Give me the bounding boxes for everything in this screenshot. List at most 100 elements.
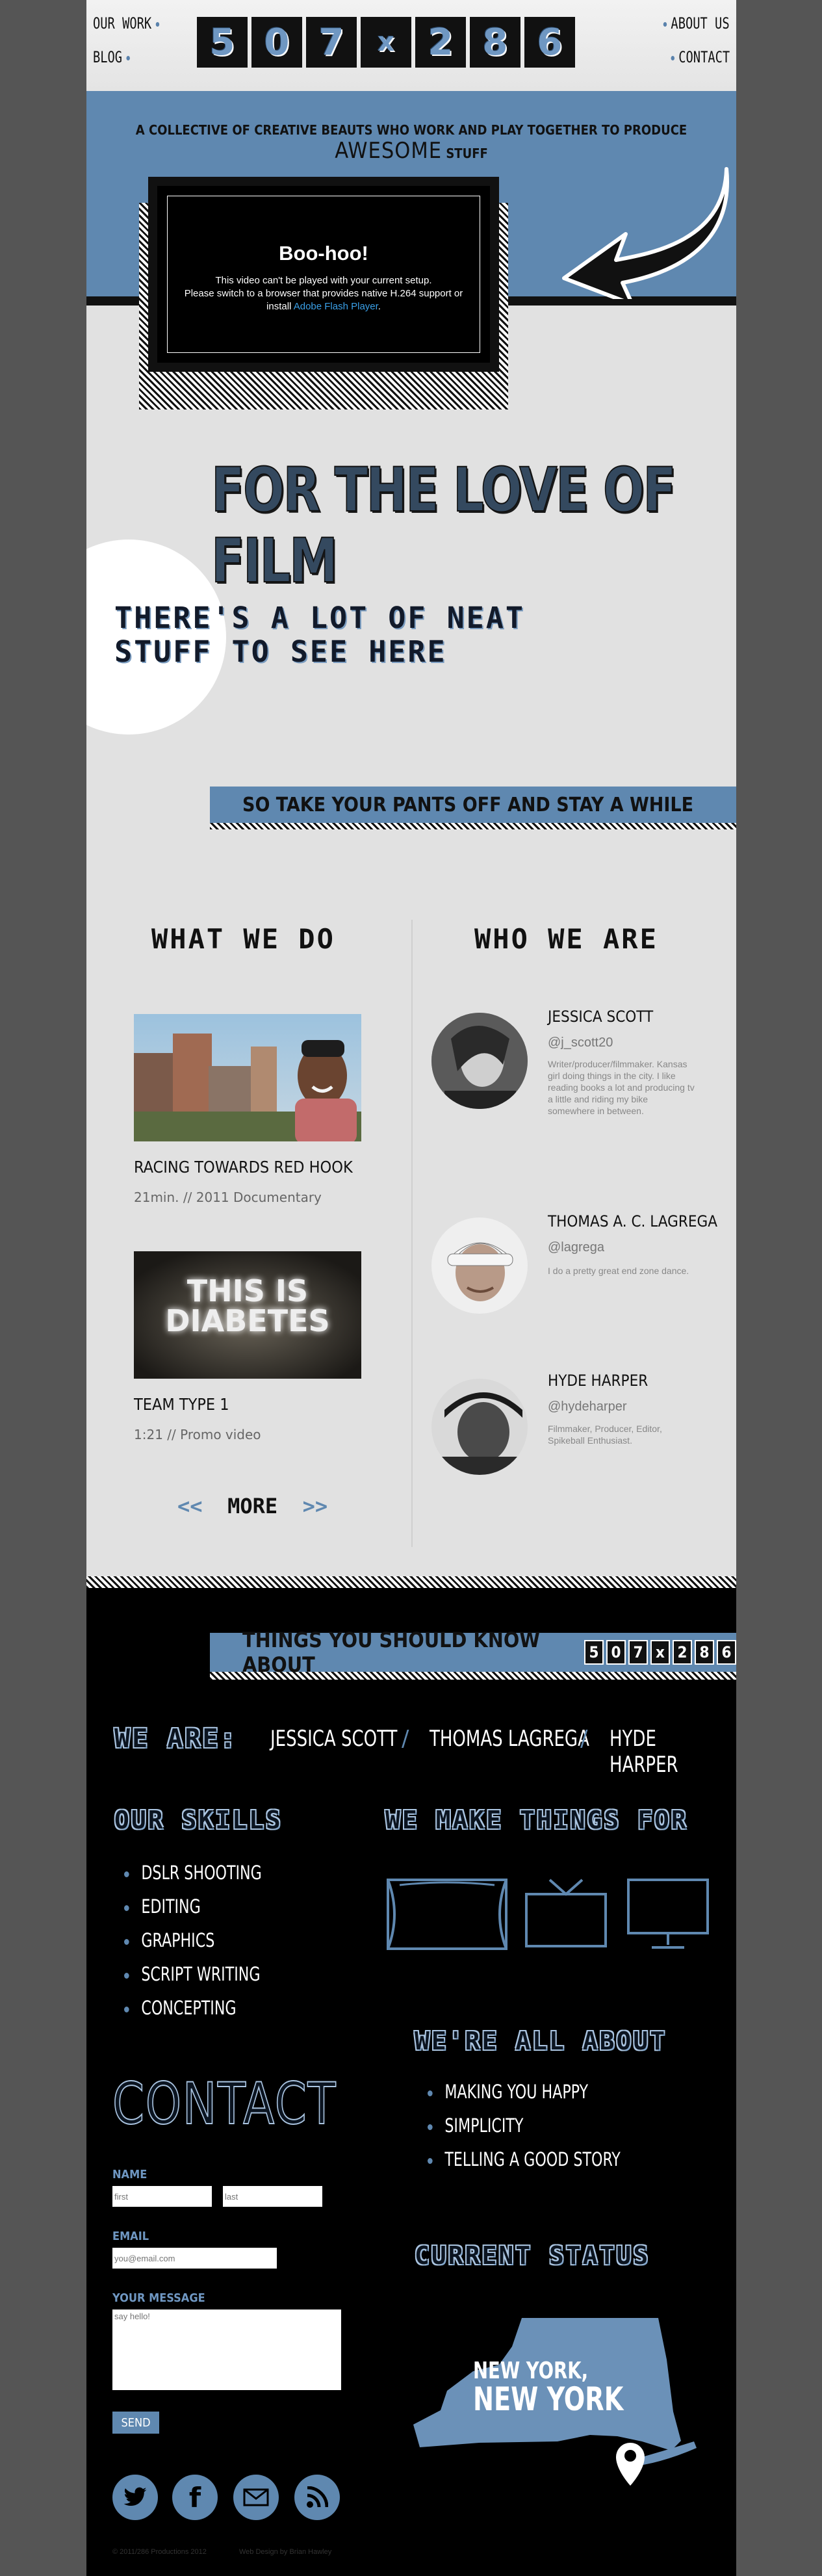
name-separator: / [580,1726,588,1752]
rss-icon[interactable] [294,2475,340,2520]
things-banner-inner: THINGS YOU SHOULD KNOW ABOUT 5 0 7 x 2 8… [210,1628,736,1677]
status-line: NEW YORK, [473,2358,589,2384]
we-are-heading: WE ARE: [114,1724,238,1754]
avatar[interactable] [431,1217,528,1314]
footer-credit[interactable]: Web Design by Brian Hawley [239,2548,331,2556]
current-status-location: NEW YORK, NEW YORK [473,2358,624,2418]
skill-item: DSLR SHOOTING [124,1856,261,1890]
computer-monitor-icon [627,1879,709,1949]
nav-blog-label: BLOG [93,48,123,66]
member-name: THOMAS LAGREGA [430,1726,589,1752]
avatar-photo [431,1013,528,1109]
message-textarea[interactable] [112,2309,341,2390]
skill-item: CONCEPTING [124,1991,262,2025]
video-frame: Boo-hoo! This video can't be played with… [148,177,499,372]
send-button[interactable]: SEND [112,2412,159,2434]
nav-dot [671,55,674,60]
mini-logo-tiles: 5 0 7 x 2 8 6 [584,1640,736,1665]
mini-tile: 6 [717,1640,736,1665]
more-label: MORE [227,1494,278,1518]
nav-about-us-label: ABOUT US [671,14,730,33]
logo-tile: 8 [470,17,520,68]
tagline-stuff: STUFF [446,146,488,161]
work-meta: 21min. // 2011 Documentary [134,1190,322,1205]
about-item: TELLING A GOOD STORY [428,2142,620,2176]
person-name: HYDE HARPER [548,1372,649,1390]
flash-player-link[interactable]: Adobe Flash Player [294,301,378,312]
first-name-input[interactable] [112,2186,212,2207]
about-item: SIMPLICITY [428,2109,621,2142]
work-title[interactable]: TEAM TYPE 1 [134,1395,229,1414]
person-handle[interactable]: @j_scott20 [548,1035,613,1050]
nav-contact-label: CONTACT [678,48,730,66]
avatar[interactable] [431,1013,528,1109]
page-title: FOR THE LOVE OF FILM [211,454,676,597]
more-left-arrows: << [177,1494,203,1518]
nav-about-us[interactable]: ABOUT US [660,14,730,33]
video-thumb-red-hook[interactable] [134,1014,361,1141]
person-bio: I do a pretty great end zone dance. [548,1266,689,1276]
things-banner: THINGS YOU SHOULD KNOW ABOUT 5 0 7 x 2 8… [210,1628,736,1680]
message-label: YOUR MESSAGE [112,2291,205,2305]
skills-heading: OUR SKILLS [114,1806,283,1834]
work-title[interactable]: RACING TOWARDS RED HOOK [134,1158,353,1177]
person-bio: Writer/producer/filmmaker. Kansas girl d… [548,1059,695,1116]
person-bio: Filmmaker, Producer, Editor, Spikeball E… [548,1424,662,1446]
skill-item: GRAPHICS [124,1923,262,1957]
video-install-text: install [266,301,292,312]
name-label: NAME [112,2168,148,2181]
video-fallback-line: Please switch to a browser that provides… [184,288,463,299]
film-screen-icon [387,1879,507,1950]
status-line: NEW YORK [473,2380,624,2418]
contact-heading: CONTACT [112,2070,337,2138]
things-banner-text: THINGS YOU SHOULD KNOW ABOUT [242,1628,541,1677]
avatar[interactable] [431,1379,528,1475]
intro-neat: THERE'S A LOT OF NEAT STUFF TO SEE HERE [114,601,525,669]
mini-tile: 7 [628,1640,648,1665]
nav-our-work[interactable]: OUR WORK [93,14,163,33]
skills-list: DSLR SHOOTING EDITING GRAPHICS SCRIPT WR… [124,1856,286,2025]
tagline-awesome: AWESOME [335,138,443,164]
nav-dot [663,21,667,27]
person-handle[interactable]: @lagrega [548,1240,604,1255]
logo-tiles[interactable]: 5 0 7 x 2 8 6 [197,17,575,68]
make-things-heading: WE MAKE THINGS FOR [385,1806,688,1834]
all-about-list: MAKING YOU HAPPY SIMPLICITY TELLING A GO… [428,2075,654,2176]
video-thumb-team-type-1[interactable]: THIS IS DIABETES [134,1251,361,1379]
nav-contact[interactable]: CONTACT [667,48,730,66]
email-label: EMAIL [112,2230,149,2243]
mini-tile: x [650,1640,670,1665]
footer-copyright: © 2011/286 Productions 2012 [112,2548,207,2556]
video-player[interactable]: Boo-hoo! This video can't be played with… [139,177,519,410]
email-input[interactable] [112,2248,277,2269]
skill-item: SCRIPT WRITING [124,1957,262,1991]
video-fallback-title: Boo-hoo! [279,242,368,265]
page: OUR WORK BLOG 5 0 7 x 2 8 6 ABOUT US CON… [86,0,736,2576]
more-link[interactable]: << MORE >> [177,1494,328,1518]
member-name: HYDE HARPER [610,1726,678,1778]
hero-tagline: A COLLECTIVE OF CREATIVE BEAUTS WHO WORK… [86,122,736,164]
twitter-icon[interactable] [112,2475,158,2520]
pants-banner: SO TAKE YOUR PANTS OFF AND STAY A WHILE [210,787,736,829]
person-name: THOMAS A. C. LAGREGA [548,1212,718,1230]
logo-tile: 7 [306,17,357,68]
television-icon [525,1879,607,1947]
site-header: OUR WORK BLOG 5 0 7 x 2 8 6 ABOUT US CON… [86,0,736,91]
facebook-icon[interactable]: f [172,2475,218,2520]
pointing-arrow-icon [562,167,729,299]
last-name-input[interactable] [223,2186,322,2207]
video-period: . [378,301,381,312]
avatar-photo [431,1217,528,1314]
name-separator: / [402,1726,409,1752]
work-meta: 1:21 // Promo video [134,1427,261,1442]
logo-tile: x [361,17,411,68]
video-fallback-line: This video can't be played with your cur… [215,275,432,286]
mini-tile: 0 [606,1640,626,1665]
mini-tile: 8 [695,1640,714,1665]
person-handle[interactable]: @hydeharper [548,1399,626,1414]
nav-blog[interactable]: BLOG [93,48,134,66]
email-icon[interactable] [233,2475,279,2520]
nav-dot [126,55,130,60]
nav-our-work-label: OUR WORK [93,14,152,33]
about-item: MAKING YOU HAPPY [428,2075,621,2109]
